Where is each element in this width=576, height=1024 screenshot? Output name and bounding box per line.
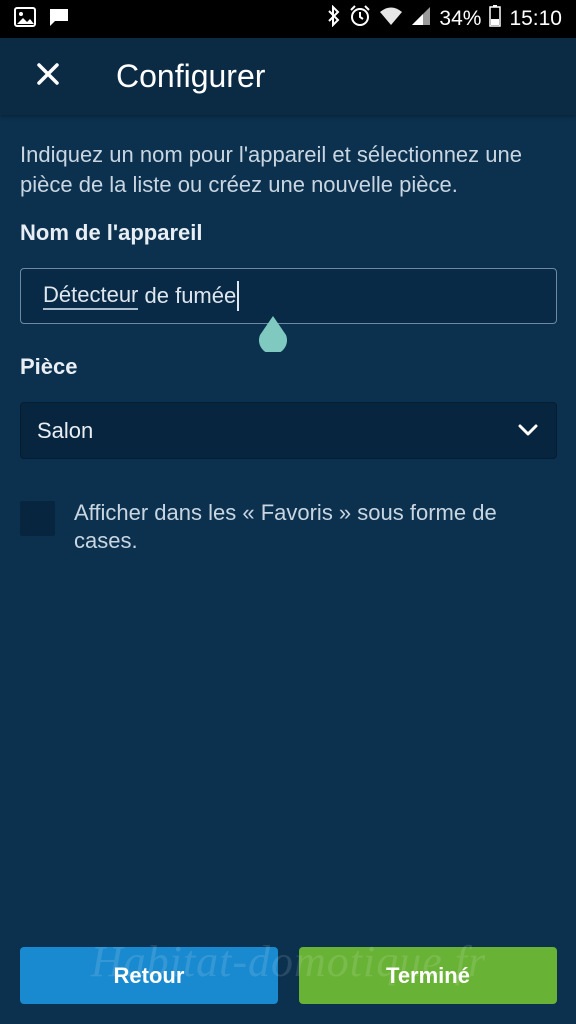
close-button[interactable] [26, 55, 70, 99]
battery-icon [489, 5, 502, 33]
done-button[interactable]: Terminé [299, 947, 557, 1004]
back-button[interactable]: Retour [20, 947, 278, 1004]
app-header: Configurer [0, 38, 576, 115]
intro-text: Indiquez un nom pour l'appareil et sélec… [20, 142, 522, 197]
message-icon [48, 7, 70, 32]
battery-percentage: 34% [439, 7, 482, 30]
device-name-input[interactable]: Détecteur de fumée [20, 268, 557, 355]
cursor-handle[interactable] [257, 316, 289, 355]
close-icon [36, 62, 60, 91]
room-select[interactable]: Salon [20, 402, 557, 459]
favorites-checkbox[interactable] [20, 501, 55, 536]
device-name-label: Nom de l'appareil [20, 220, 203, 245]
footer-actions: Retour Terminé [20, 947, 557, 1004]
favorites-checkbox-label[interactable]: Afficher dans les « Favoris » sous forme… [74, 499, 560, 555]
main-content: Indiquez un nom pour l'appareil et sélec… [20, 140, 560, 555]
room-label: Pièce [20, 354, 78, 379]
status-left [14, 6, 70, 32]
wifi-icon [379, 6, 403, 32]
gallery-icon [14, 6, 36, 32]
device-name-value-part1: Détecteur [43, 282, 139, 310]
room-selected-value: Salon [37, 417, 94, 443]
device-name-value-part2: de fumée [138, 283, 237, 308]
bluetooth-icon [327, 4, 341, 33]
text-cursor [237, 281, 240, 311]
chevron-down-icon [518, 418, 538, 444]
favorites-row: Afficher dans les « Favoris » sous forme… [20, 499, 560, 555]
page-title: Configurer [116, 58, 266, 94]
signal-icon [411, 6, 431, 32]
alarm-icon [349, 5, 371, 33]
clock: 15:10 [509, 7, 562, 30]
status-right: 34% 15:10 [327, 4, 562, 33]
status-bar: 34% 15:10 [0, 0, 576, 38]
